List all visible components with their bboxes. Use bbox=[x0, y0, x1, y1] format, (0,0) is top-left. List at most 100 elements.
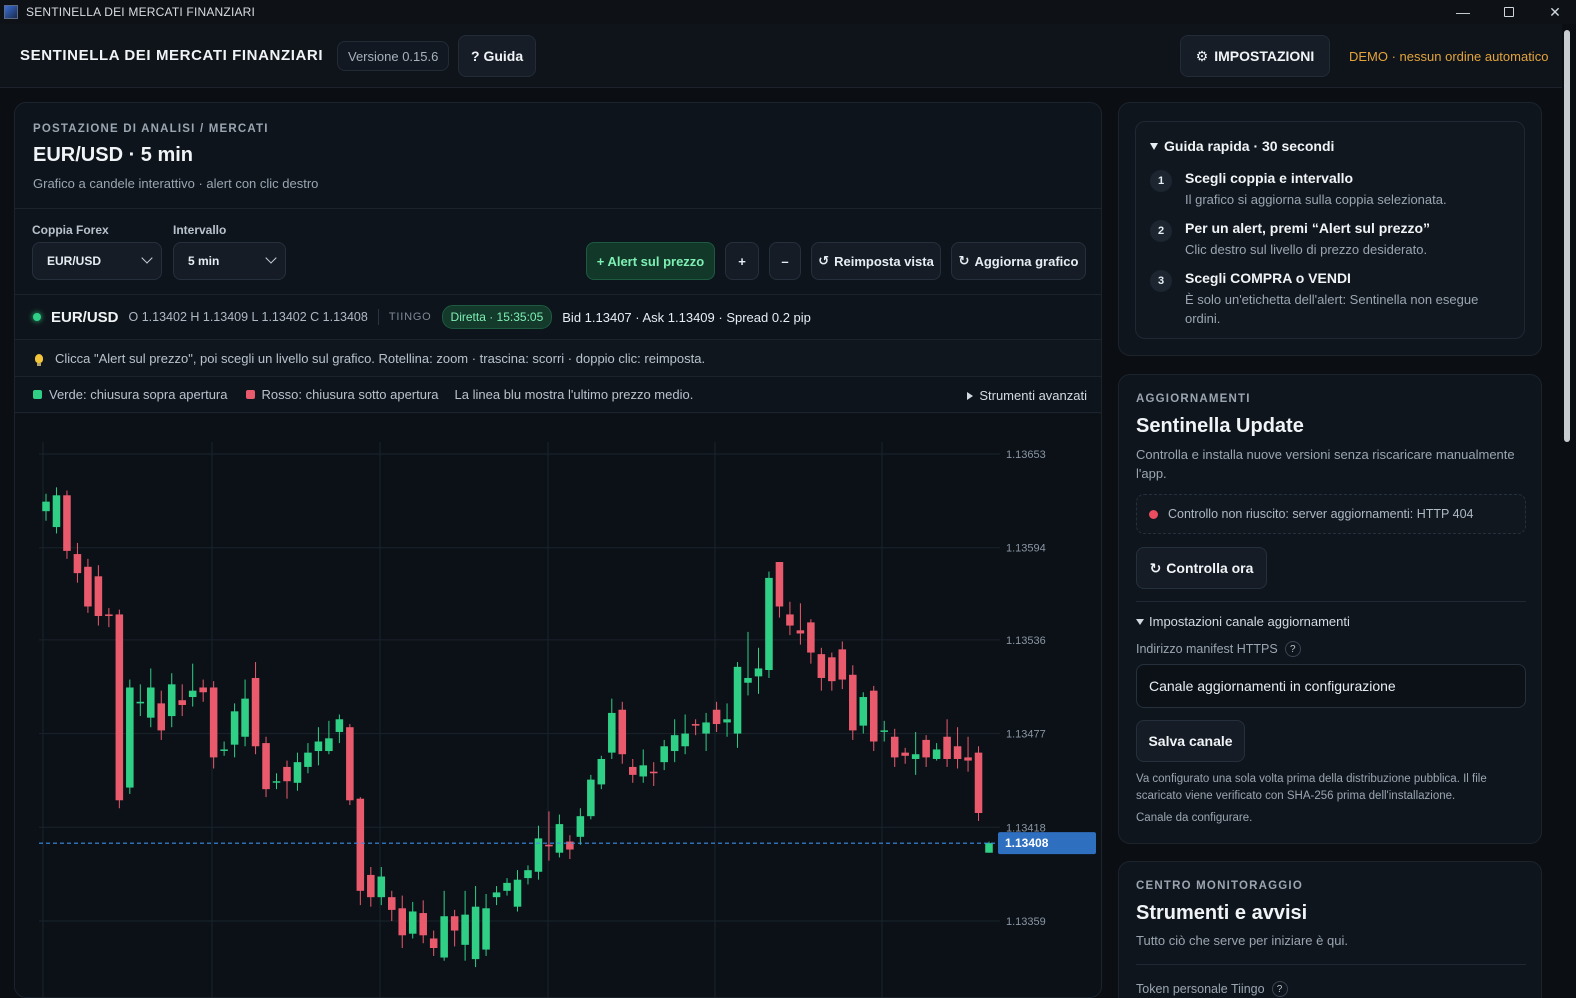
bid-ask-spread: Bid 1.13407 · Ask 1.13409 · Spread 0.2 p… bbox=[562, 309, 811, 325]
quote-bar: EUR/USD O 1.13402 H 1.13409 L 1.13402 C … bbox=[15, 294, 1101, 340]
candlestick-chart[interactable]: 1.136531.135941.135361.134771.134181.133… bbox=[15, 414, 1102, 998]
pair-select[interactable]: EUR/USD bbox=[32, 242, 162, 280]
candle-down bbox=[63, 495, 71, 551]
quick-guide-details: Guida rapida · 30 secondi 1 Scegli coppi… bbox=[1135, 121, 1525, 339]
candle-down bbox=[890, 736, 899, 758]
candle-up bbox=[744, 677, 752, 683]
zoom-out-button[interactable]: – bbox=[769, 242, 801, 280]
monitoring-kicker: CENTRO MONITORAGGIO bbox=[1136, 880, 1303, 892]
candle-down bbox=[283, 766, 291, 782]
candle-up bbox=[555, 824, 564, 853]
candle-down bbox=[429, 938, 438, 949]
app-brand: SENTINELLA DEI MERCATI FINANZIARI bbox=[20, 47, 324, 64]
workspace-title: EUR/USD · 5 min bbox=[33, 144, 194, 166]
price-alert-button[interactable]: + Alert sul prezzo bbox=[586, 242, 715, 280]
window-titlebar: SENTINELLA DEI MERCATI FINANZIARI bbox=[0, 0, 1576, 24]
divider bbox=[1136, 964, 1526, 965]
pair-select-value: EUR/USD bbox=[47, 254, 102, 268]
help-icon[interactable]: ? bbox=[1271, 981, 1288, 997]
step-title: Per un alert, premi “Alert sul prezzo” bbox=[1185, 220, 1431, 236]
candle-down bbox=[84, 566, 92, 607]
candle-down bbox=[209, 687, 218, 758]
candle-down bbox=[943, 736, 951, 759]
divider bbox=[1136, 601, 1526, 602]
candle-up bbox=[471, 906, 480, 960]
window-title: SENTINELLA DEI MERCATI FINANZIARI bbox=[26, 5, 256, 19]
manifest-url-input[interactable] bbox=[1136, 664, 1526, 708]
candle-up bbox=[681, 733, 689, 747]
maximize-icon[interactable] bbox=[1486, 0, 1532, 24]
candle-up bbox=[461, 914, 469, 945]
save-channel-button[interactable]: Salva canale bbox=[1136, 720, 1245, 762]
candle-up bbox=[377, 876, 386, 898]
divider bbox=[15, 208, 1101, 209]
candle-up bbox=[167, 684, 176, 717]
candle-up bbox=[325, 738, 333, 752]
candle-up bbox=[765, 577, 773, 671]
candle-down bbox=[953, 746, 962, 759]
reset-icon: ↺ bbox=[818, 253, 830, 268]
candle-down bbox=[251, 677, 260, 747]
candle-up bbox=[524, 870, 532, 879]
zoom-in-button[interactable]: + bbox=[725, 242, 759, 280]
candle-down bbox=[387, 897, 396, 910]
candle-down bbox=[691, 724, 700, 726]
refresh-chart-button[interactable]: ↻ Aggiorna grafico bbox=[951, 242, 1086, 280]
step-number: 2 bbox=[1150, 220, 1172, 242]
minimize-icon[interactable]: — bbox=[1440, 0, 1486, 24]
candle-up bbox=[293, 762, 302, 783]
workspace-kicker: POSTAZIONE DI ANALISI / MERCATI bbox=[33, 123, 269, 135]
candle-up bbox=[335, 719, 344, 732]
channel-settings-toggle[interactable]: Impostazioni canale aggiornamenti bbox=[1136, 614, 1350, 629]
updates-title: Sentinella Update bbox=[1136, 415, 1304, 437]
pair-label: Coppia Forex bbox=[32, 223, 109, 237]
page-scrollbar[interactable] bbox=[1562, 24, 1576, 998]
candle-down bbox=[199, 687, 207, 693]
refresh-icon: ↻ bbox=[958, 253, 970, 268]
chart-legend: Verde: chiusura sopra apertura Rosso: ch… bbox=[15, 377, 1101, 413]
live-status-dot bbox=[33, 313, 41, 321]
lightbulb-icon bbox=[35, 353, 43, 366]
candle-up bbox=[241, 698, 249, 737]
candle-down bbox=[356, 798, 365, 891]
candle-down bbox=[649, 771, 658, 774]
candle-up bbox=[576, 816, 585, 837]
check-now-button[interactable]: ↻ Controlla ora bbox=[1136, 547, 1267, 589]
legend-red-swatch bbox=[245, 390, 255, 399]
refresh-chart-label: Aggiorna grafico bbox=[974, 253, 1079, 269]
quick-guide-toggle[interactable]: Guida rapida · 30 secondi bbox=[1150, 138, 1334, 154]
settings-button[interactable]: ⚙ IMPOSTAZIONI bbox=[1180, 35, 1330, 77]
separator bbox=[377, 309, 379, 325]
help-icon[interactable]: ? bbox=[1284, 641, 1301, 657]
candlestick-chart-area[interactable]: 1.13653 1.13594 1.13536 1.13477 1.13418 1.133… bbox=[15, 414, 1102, 998]
candle-up bbox=[492, 892, 501, 898]
interval-select[interactable]: 5 min bbox=[173, 242, 286, 280]
triangle-right-icon bbox=[967, 391, 974, 400]
candle-down bbox=[450, 916, 459, 931]
candle-up bbox=[608, 712, 616, 753]
candle-down bbox=[545, 844, 553, 847]
close-icon[interactable]: ✕ bbox=[1532, 0, 1576, 24]
step-title: Scegli coppia e intervallo bbox=[1185, 170, 1354, 186]
channel-status-note: Canale da configurare. bbox=[1136, 812, 1253, 824]
gear-icon: ⚙ bbox=[1195, 47, 1209, 64]
updates-card: AGGIORNAMENTI Sentinella Update Controll… bbox=[1118, 374, 1542, 844]
scrollbar-thumb[interactable] bbox=[1564, 30, 1570, 442]
manifest-label-text: Indirizzo manifest HTTPS bbox=[1136, 642, 1278, 656]
channel-settings-label: Impostazioni canale aggiornamenti bbox=[1149, 614, 1350, 629]
reset-view-button[interactable]: ↺ Reimposta vista bbox=[811, 242, 941, 280]
advanced-tools-toggle[interactable]: Strumenti avanzati bbox=[967, 388, 1087, 403]
candle-up bbox=[136, 701, 145, 704]
live-badge: Diretta · 15:35:05 bbox=[441, 305, 553, 329]
data-source: TIINGO bbox=[388, 311, 432, 323]
guide-button[interactable]: ? Guida bbox=[458, 35, 537, 77]
candle-up bbox=[314, 741, 323, 752]
workspace-subtitle: Grafico a candele interattivo · alert co… bbox=[33, 176, 319, 191]
candle-down bbox=[398, 908, 407, 936]
candle-up bbox=[503, 882, 511, 891]
quote-pair: EUR/USD bbox=[51, 308, 119, 326]
candle-down bbox=[796, 630, 805, 634]
candle-down bbox=[73, 554, 82, 574]
candle-up bbox=[733, 666, 742, 734]
updates-description: Controlla e installa nuove versioni senz… bbox=[1136, 447, 1515, 481]
